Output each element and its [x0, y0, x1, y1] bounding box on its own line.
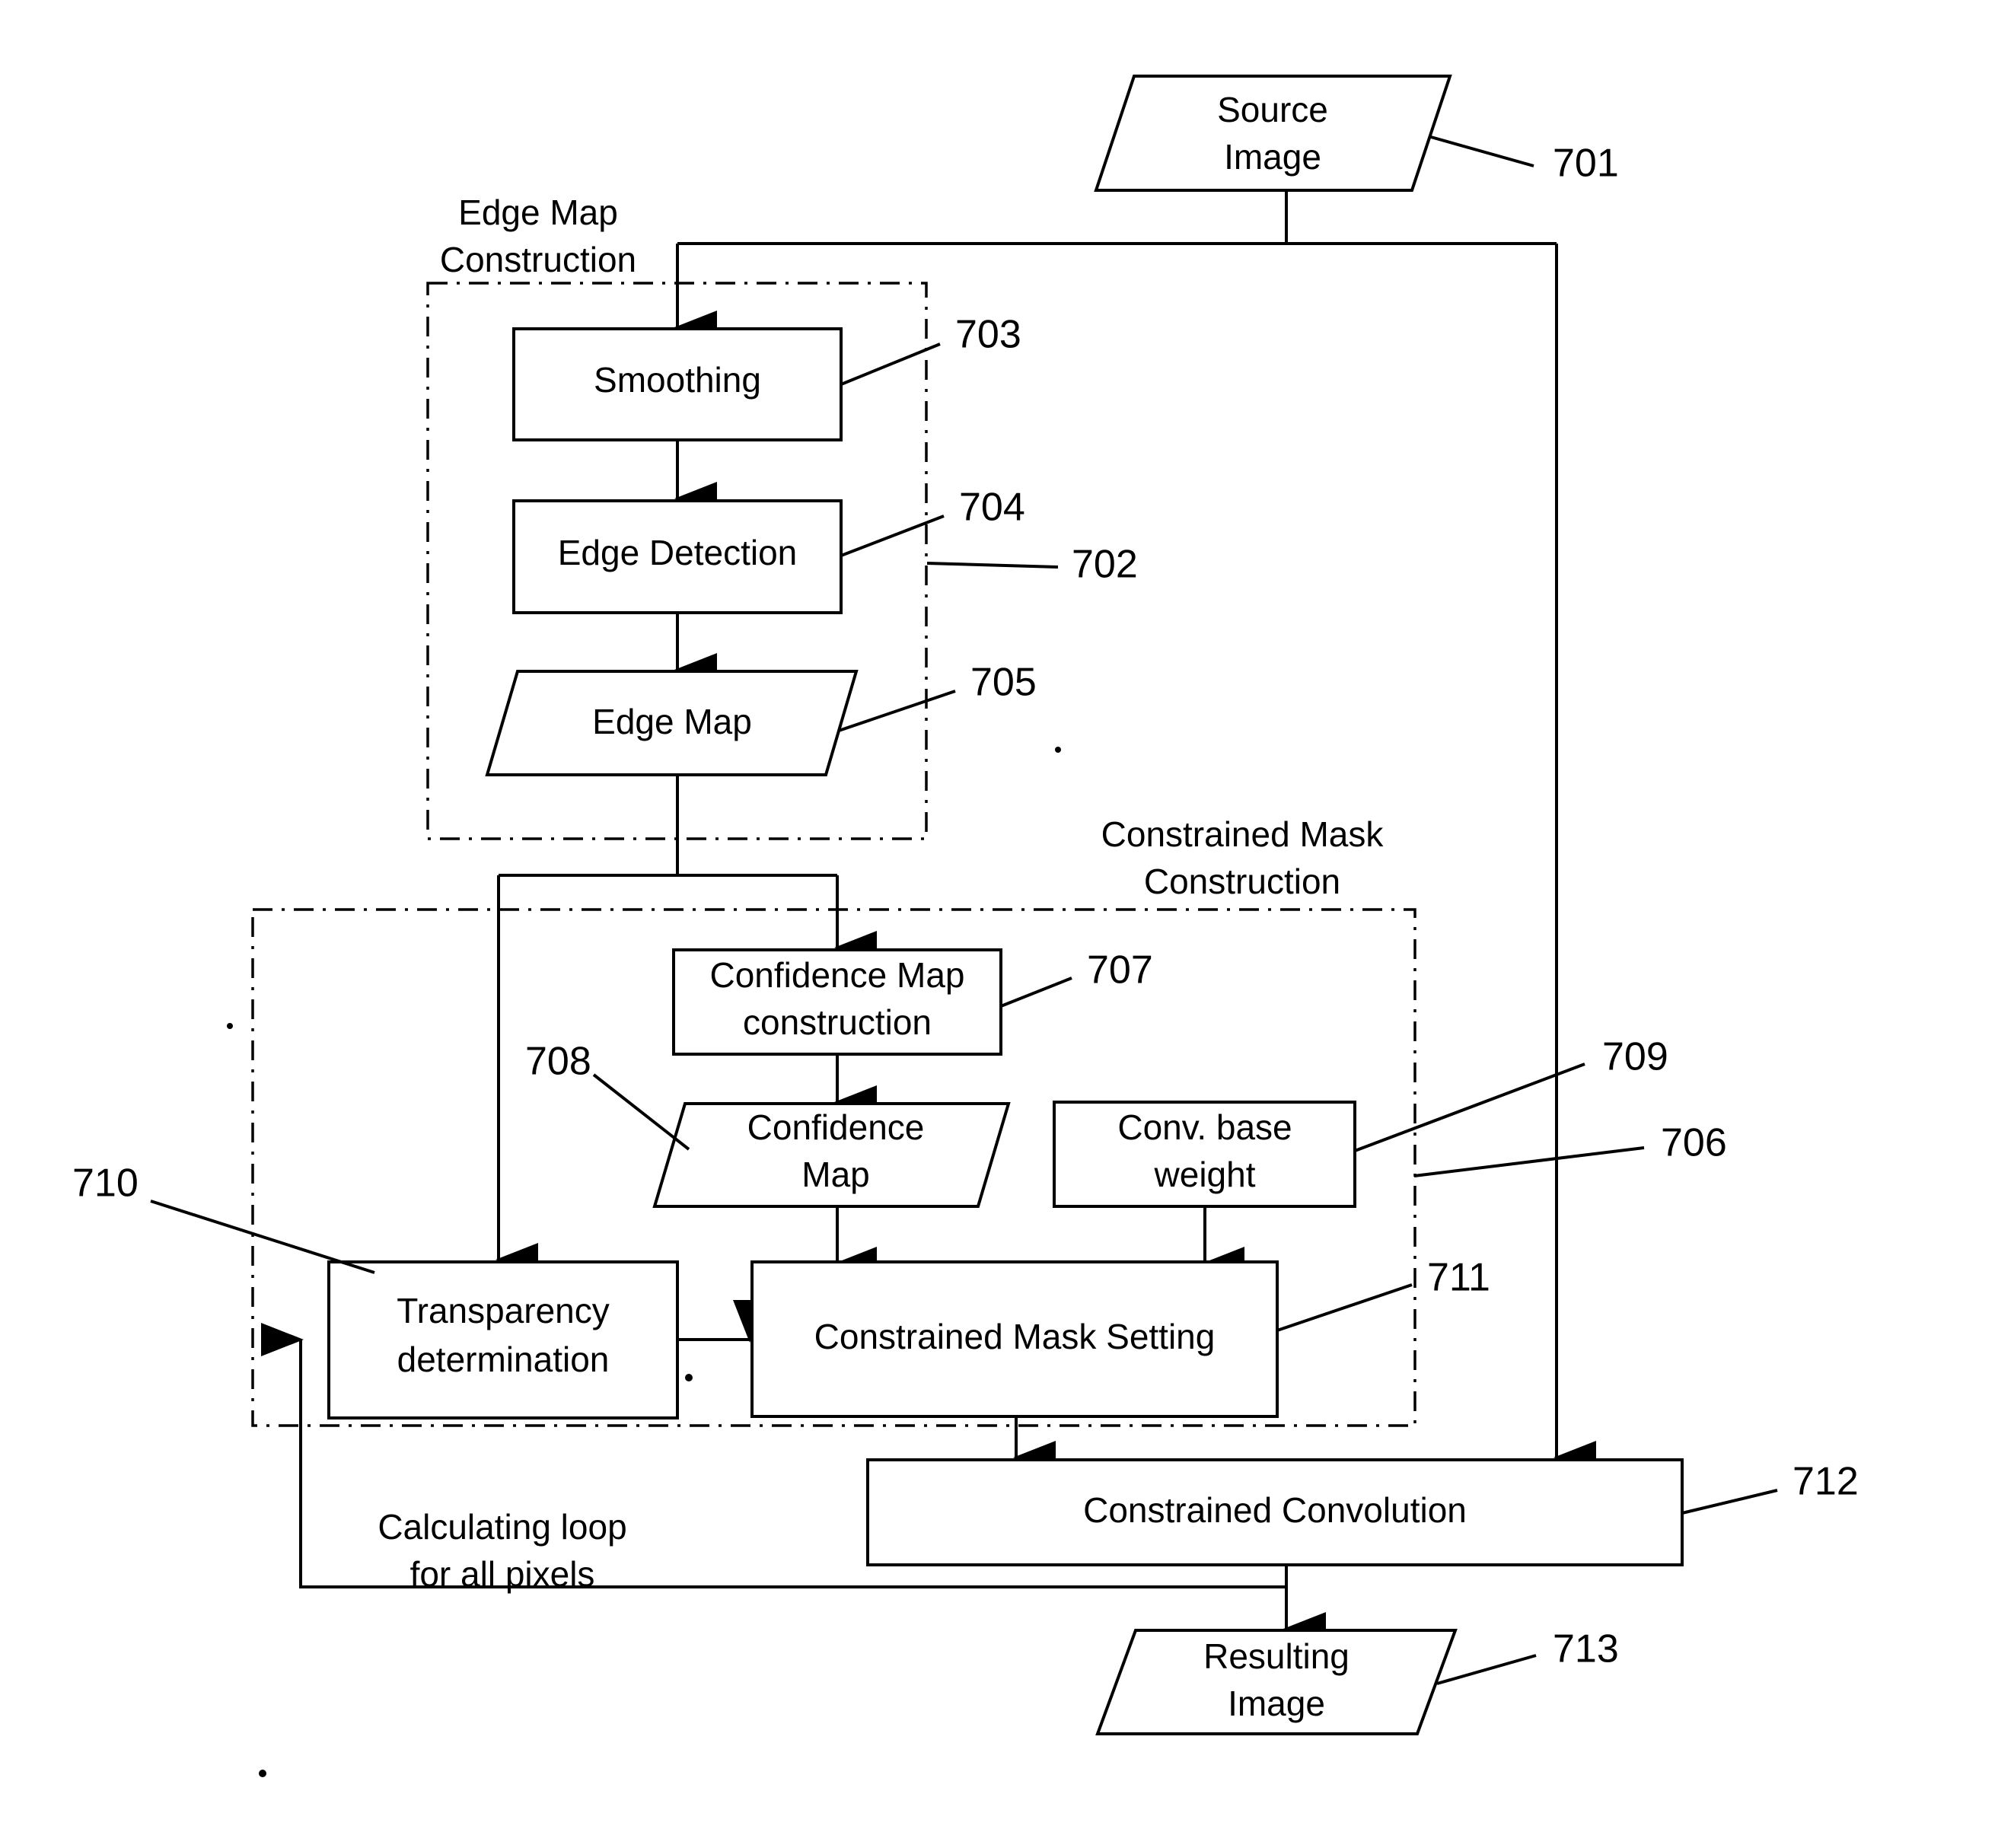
leader-709: [1354, 1063, 1585, 1152]
leader-707: [1000, 977, 1072, 1008]
node-resulting-image-label-line2: Image: [1228, 1684, 1325, 1723]
node-confidence-map-construction-label-line2: construction: [743, 1002, 932, 1042]
ref-num-705: 705: [970, 661, 1037, 705]
ref-num-708: 708: [525, 1040, 591, 1084]
node-source-image-label-line1: Source: [1217, 90, 1328, 129]
scan-speck: [259, 1770, 266, 1777]
ref-num-704: 704: [959, 486, 1025, 530]
ref-num-711: 711: [1427, 1256, 1490, 1300]
leader-711: [1276, 1283, 1413, 1332]
node-confidence-map-construction-label-line1: Confidence Map: [710, 955, 965, 995]
leader-706: [1413, 1146, 1645, 1177]
calculating-loop-label-line2: for all pixels: [410, 1554, 595, 1594]
leader-708: [592, 1073, 690, 1151]
node-resulting-image-label-line1: Resulting: [1203, 1636, 1350, 1676]
leader-710: [150, 1200, 375, 1274]
group-title-mask-line2: Construction: [1144, 862, 1340, 901]
leader-713: [1436, 1654, 1537, 1685]
scan-speck: [1055, 747, 1061, 753]
node-transparency-label-line2: determination: [397, 1340, 610, 1379]
node-constrained-mask-setting-label: Constrained Mask Setting: [814, 1317, 1216, 1356]
ref-num-713: 713: [1553, 1627, 1619, 1671]
node-conv-base-weight-label-line1: Conv. base: [1117, 1107, 1292, 1147]
leader-702: [926, 562, 1059, 569]
node-edge-map-label: Edge Map: [592, 702, 752, 741]
node-confidence-map-label-line2: Map: [801, 1155, 869, 1194]
group-title-edge-map-line1: Edge Map: [458, 193, 618, 232]
patent-figure-canvas: Edge Map Construction Constrained Mask C…: [0, 0, 1998, 1848]
leader-705: [838, 690, 956, 732]
group-title-edge-map-line2: Construction: [440, 240, 636, 279]
node-edge-detection-label: Edge Detection: [558, 533, 798, 572]
ref-num-706: 706: [1661, 1121, 1727, 1165]
ref-num-702: 702: [1072, 543, 1138, 587]
ref-num-710: 710: [72, 1161, 139, 1206]
node-transparency-label-line1: Transparency: [397, 1291, 610, 1330]
node-confidence-map-label-line1: Confidence: [747, 1107, 925, 1147]
calculating-loop-label-line1: Calculating loop: [378, 1507, 626, 1547]
ref-num-709: 709: [1602, 1035, 1668, 1079]
node-conv-base-weight-label-line2: weight: [1154, 1155, 1256, 1194]
leader-712: [1681, 1489, 1778, 1515]
group-title-mask-line1: Constrained Mask: [1101, 814, 1385, 854]
leader-704: [840, 515, 945, 557]
leader-701: [1430, 135, 1534, 167]
ref-num-712: 712: [1792, 1460, 1859, 1504]
node-smoothing-label: Smoothing: [594, 360, 761, 400]
scan-speck: [685, 1374, 693, 1381]
node-constrained-convolution-label: Constrained Convolution: [1083, 1490, 1467, 1530]
node-source-image-label-line2: Image: [1224, 137, 1321, 177]
ref-num-701: 701: [1553, 142, 1619, 186]
scan-speck: [227, 1023, 233, 1029]
flowchart-svg: Edge Map Construction Constrained Mask C…: [72, 75, 1859, 1777]
ref-num-703: 703: [955, 313, 1021, 357]
ref-num-707: 707: [1087, 948, 1153, 993]
